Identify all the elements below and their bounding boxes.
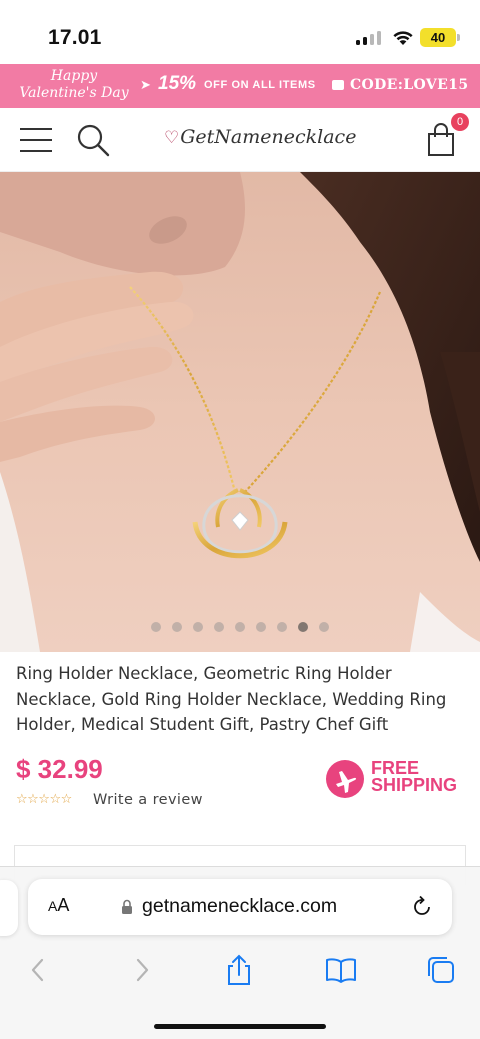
cart-count-badge: 0: [451, 113, 469, 131]
product-price: $ 32.99: [16, 754, 103, 784]
promo-script-line1: Happy: [50, 68, 98, 84]
product-title: Ring Holder Necklace, Geometric Ring Hol…: [16, 664, 447, 734]
promo-code: CODE:LOVE15: [350, 77, 469, 93]
free-shipping-label: FREE SHIPPING: [371, 759, 458, 795]
carousel-indicator: [0, 622, 480, 634]
promo-banner[interactable]: Happy Valentine's Day ➤ 15% OFF ON ALL I…: [0, 64, 480, 108]
logo-text: GetNamenecklace: [180, 126, 357, 148]
battery-nub: [457, 34, 460, 41]
wifi-icon: [393, 31, 413, 45]
site-logo[interactable]: ♡GetNamenecklace: [164, 126, 356, 156]
bookmarks-icon[interactable]: [324, 953, 358, 987]
aa-big: A: [57, 895, 70, 915]
status-time: 17.01: [48, 26, 102, 49]
carousel-dot[interactable]: [277, 622, 287, 632]
search-icon[interactable]: [76, 123, 110, 157]
back-icon[interactable]: [22, 953, 56, 987]
url-text[interactable]: getnamenecklace.com: [142, 895, 337, 918]
home-indicator: [154, 1024, 326, 1029]
arrow-icon: ➤: [140, 77, 151, 92]
site-header: ♡GetNamenecklace: [0, 108, 480, 172]
battery-indicator: 40: [420, 28, 456, 47]
share-icon[interactable]: [222, 953, 256, 987]
heart-icon: ♡: [164, 128, 180, 148]
ticket-icon: [332, 80, 344, 90]
carousel-dot[interactable]: [151, 622, 161, 632]
model-necklace-photo: [0, 172, 480, 652]
carousel-dot[interactable]: [235, 622, 245, 632]
cellular-signal-icon: [356, 31, 384, 45]
promo-offer-text: OFF ON ALL ITEMS: [204, 79, 316, 91]
carousel-dot[interactable]: [319, 622, 329, 632]
rating-stars[interactable]: ☆☆☆☆☆: [16, 791, 72, 807]
aa-small: A: [48, 898, 58, 914]
reader-text-size-button[interactable]: AA: [48, 895, 69, 916]
tabs-icon[interactable]: [424, 953, 458, 987]
lock-icon: [122, 899, 132, 914]
carousel-dot[interactable]: [256, 622, 266, 632]
carousel-dot[interactable]: [214, 622, 224, 632]
free-shipping-line2: SHIPPING: [371, 775, 458, 795]
previous-tab-peek[interactable]: [0, 880, 18, 936]
status-bar: 17.01 40: [0, 0, 480, 64]
hamburger-menu-icon[interactable]: [20, 126, 52, 154]
forward-icon[interactable]: [124, 953, 158, 987]
airplane-icon: [326, 760, 364, 798]
product-image[interactable]: [0, 172, 480, 652]
promo-percent: 15%: [158, 73, 197, 94]
browser-toolbar: AA getnamenecklace.com: [0, 866, 480, 1039]
carousel-dot[interactable]: [172, 622, 182, 632]
carousel-dot[interactable]: [193, 622, 203, 632]
address-bar[interactable]: AA getnamenecklace.com: [28, 879, 452, 935]
reload-icon[interactable]: [410, 894, 434, 918]
carousel-dot[interactable]: [298, 622, 308, 632]
write-review-link[interactable]: Write a review: [93, 792, 203, 808]
promo-script: Happy Valentine's Day: [14, 68, 134, 102]
promo-script-line2: Valentine's Day: [19, 85, 129, 101]
